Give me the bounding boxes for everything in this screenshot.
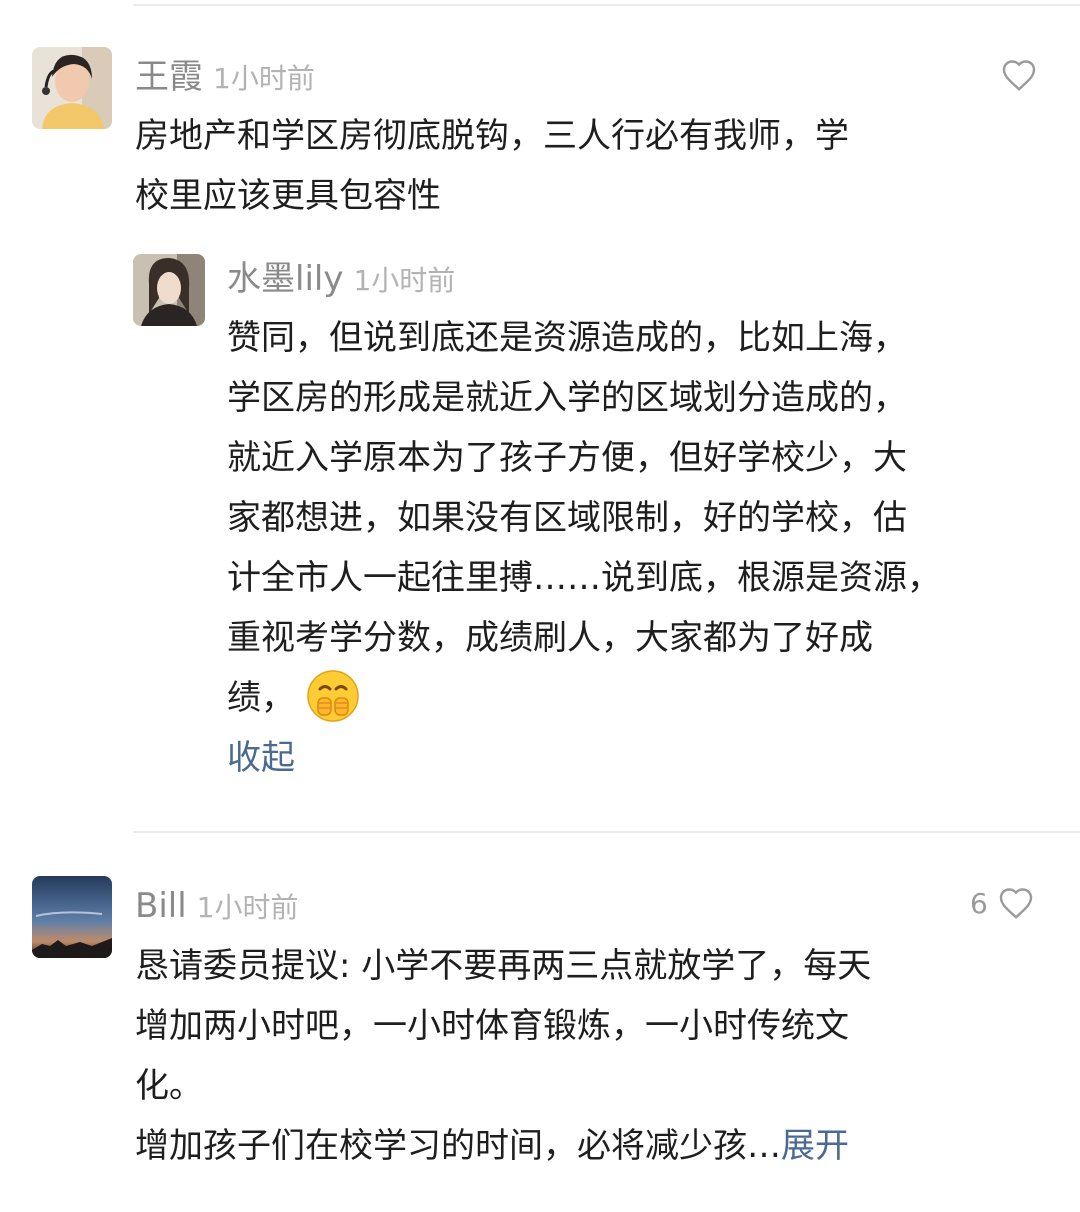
reply-body: 赞同，但说到底还是资源造成的，比如上海， 学区房的形成是就近入学的区域划分造成的… xyxy=(227,308,941,788)
reply-line: 家都想进，如果没有区域限制，好的学校，估 xyxy=(227,498,907,538)
comment-line: 房地产和学区房彻底脱钩，三人行必有我师，学 xyxy=(135,116,849,156)
author-name[interactable]: 王霞 xyxy=(135,57,203,97)
author-name[interactable]: Bill xyxy=(135,886,187,926)
like-button[interactable]: 6 xyxy=(970,886,1034,920)
comment-time: 1小时前 xyxy=(196,891,299,924)
like-button[interactable] xyxy=(1001,58,1037,92)
reply-author[interactable]: 水墨lily 1小时前 xyxy=(227,259,455,301)
heart-outline-icon[interactable] xyxy=(1001,58,1037,92)
reply-line: 赞同，但说到底还是资源造成的，比如上海， xyxy=(227,318,907,358)
holding-fists-emoji-icon xyxy=(307,669,359,722)
reply-last-line: 绩， xyxy=(227,668,941,728)
expand-link[interactable]: 展开 xyxy=(781,1126,849,1166)
avatar[interactable] xyxy=(32,47,112,129)
comment-line: 恳请委员提议: 小学不要再两三点就放学了，每天 xyxy=(135,946,872,986)
comment-author[interactable]: Bill 1小时前 xyxy=(135,886,299,928)
avatar[interactable] xyxy=(32,876,112,958)
reply-line: 就近入学原本为了孩子方便，但好学校少，大 xyxy=(227,438,907,478)
author-name[interactable]: 水墨lily xyxy=(227,259,343,299)
comment-line: 增加孩子们在校学习的时间，必将减少孩… xyxy=(135,1126,781,1166)
reply-time: 1小时前 xyxy=(353,264,456,297)
comment-line: 化。 xyxy=(135,1066,203,1106)
reply-line: 重视考学分数，成绩刷人，大家都为了好成 xyxy=(227,618,873,658)
top-divider xyxy=(133,4,1080,6)
comment-divider xyxy=(133,831,1080,833)
collapse-link[interactable]: 收起 xyxy=(227,728,941,788)
like-count: 6 xyxy=(970,886,988,920)
comment-last-line: 增加孩子们在校学习的时间，必将减少孩…展开 xyxy=(135,1116,871,1176)
reply-line: 学区房的形成是就近入学的区域划分造成的， xyxy=(227,378,907,418)
comment-line: 校里应该更具包容性 xyxy=(135,176,441,216)
comment-body: 恳请委员提议: 小学不要再两三点就放学了，每天 增加两小时吧，一小时体育锻炼，一… xyxy=(135,936,871,1176)
comment-line: 增加两小时吧，一小时体育锻炼，一小时传统文 xyxy=(135,1006,849,1046)
reply-line: 计全市人一起往里搏……说到底，根源是资源， xyxy=(227,558,941,598)
comment-time: 1小时前 xyxy=(213,62,315,95)
avatar[interactable] xyxy=(133,254,205,326)
comment-body: 房地产和学区房彻底脱钩，三人行必有我师，学 校里应该更具包容性 xyxy=(135,106,849,226)
reply-line: 绩， xyxy=(227,678,295,718)
comment-author[interactable]: 王霞 1小时前 xyxy=(135,57,315,99)
heart-outline-icon[interactable] xyxy=(998,886,1034,920)
